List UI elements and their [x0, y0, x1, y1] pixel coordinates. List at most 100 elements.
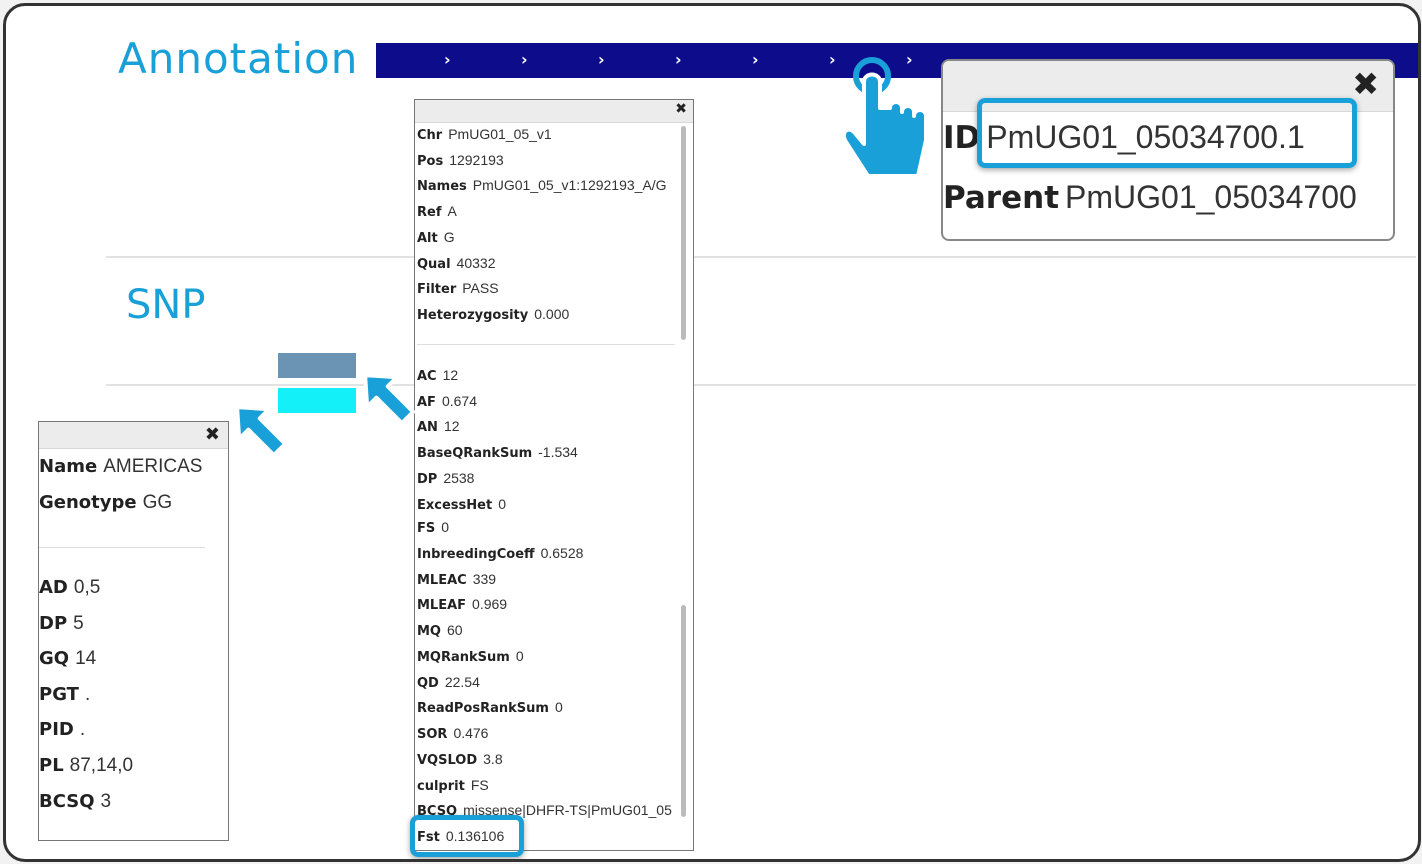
pointer-arrow-icon: [363, 373, 416, 426]
sample-header-row: Genotype GG: [39, 492, 172, 514]
field-value: 60: [447, 622, 463, 638]
chevron-right-icon: ›: [521, 50, 528, 69]
field-value: 0.6528: [540, 545, 584, 561]
field-value: 0.000: [534, 305, 570, 322]
field-value: 40332: [456, 254, 496, 271]
close-icon[interactable]: ✖: [675, 101, 687, 117]
sample-genotype-popup: ✖ Name AMERICAS Genotype GG AD 0,5 DP 5 GQ 14 PGT…: [38, 421, 229, 841]
field-key: Names: [417, 179, 467, 195]
field-value: 0,5: [73, 577, 101, 598]
variant-info-row: AF 0.674: [417, 393, 477, 410]
variant-info-row: MLEAF 0.969: [417, 596, 507, 613]
chevron-right-icon: ›: [752, 50, 759, 69]
field-value: 22.54: [444, 674, 480, 690]
field-value: 1292193: [449, 151, 504, 168]
field-key: DP: [417, 472, 438, 487]
field-value: 87,14,0: [69, 755, 134, 776]
field-key: PL: [39, 755, 64, 776]
field-key: Filter: [417, 282, 457, 298]
field-value: 2538: [443, 470, 475, 486]
field-value: 3: [100, 790, 112, 812]
field-value: 14: [75, 648, 97, 670]
field-value: AMERICAS: [103, 456, 203, 477]
field-key: ExcessHet: [417, 498, 493, 513]
pointer-arrow-icon: [235, 405, 288, 458]
close-icon[interactable]: ✖: [1352, 65, 1379, 103]
variant-core-row: Filter PASS: [417, 280, 499, 297]
field-value: FS: [470, 777, 489, 793]
field-key: VQSLOD: [417, 753, 478, 768]
field-key: Genotype: [39, 492, 137, 513]
browser-frame: Annotation › › › › › › › SNP ✖ Chr PmUG01…: [3, 3, 1421, 862]
snp-track-title: SNP: [126, 282, 206, 328]
field-value: 0.969: [472, 596, 508, 612]
variant-info-row: culprit FS: [417, 777, 489, 794]
section-divider: [417, 344, 675, 345]
field-value: -1.534: [538, 444, 578, 460]
feature-field-row: Parent PmUG01_05034700: [943, 179, 1357, 216]
field-key: ReadPosRankSum: [417, 701, 549, 716]
variant-info-row: ExcessHet 0: [417, 496, 506, 513]
field-value: 0: [515, 648, 524, 664]
field-key: culprit: [417, 779, 465, 794]
scrollbar-thumb[interactable]: [681, 605, 686, 817]
field-value: 12: [443, 418, 460, 434]
chevron-right-icon: ›: [444, 50, 451, 69]
variant-info-row: QD 22.54: [417, 674, 480, 691]
variant-core-row: Alt G: [417, 229, 455, 246]
variant-core-row: Names PmUG01_05_v1:1292193_A/G: [417, 177, 667, 194]
field-value: 0.674: [441, 393, 477, 409]
chevron-right-icon: ›: [675, 50, 682, 69]
field-key: Chr: [417, 128, 443, 143]
field-value: 0: [554, 699, 563, 715]
scrollbar-thumb[interactable]: [681, 126, 686, 340]
field-value: G: [443, 228, 455, 245]
field-key: InbreedingCoeff: [417, 547, 535, 562]
field-key: Ref: [417, 205, 442, 221]
variant-core-row: Qual 40332: [417, 255, 495, 272]
field-key: ID: [943, 120, 981, 156]
field-value: 5: [73, 612, 84, 634]
chevron-right-icon: ›: [829, 50, 836, 69]
field-value: 3.8: [483, 751, 503, 767]
variant-core-row: Ref A: [417, 203, 457, 220]
variant-info-row: FS 0: [417, 519, 449, 536]
field-key: MLEAC: [417, 573, 467, 588]
field-value: PmUG01_05034700: [1065, 179, 1357, 215]
track-divider: [106, 384, 1416, 386]
field-value: .: [79, 719, 86, 741]
sample-field-row: PID.: [39, 719, 85, 741]
sample-field-row: DP 5: [39, 613, 84, 635]
field-key: Alt: [417, 230, 438, 246]
field-key: Parent: [943, 180, 1060, 216]
variant-info-row: BaseQRankSum -1.534: [417, 444, 578, 461]
field-value: 12: [442, 367, 459, 383]
field-key: Name: [39, 456, 98, 477]
field-value: 0: [441, 519, 450, 535]
sample-field-row: PL 87,14,0: [39, 755, 133, 777]
field-value: PmUG01_05_v1:1292193_A/G: [472, 177, 667, 194]
field-key: BaseQRankSum: [417, 446, 533, 461]
field-key: FS: [417, 521, 436, 536]
close-icon[interactable]: ✖: [205, 424, 220, 445]
sample-field-row: PGT.: [39, 684, 90, 706]
sample-header-row: Name AMERICAS: [39, 456, 202, 478]
variant-core-row: Chr PmUG01_05_v1: [417, 126, 552, 143]
field-value: 339: [472, 571, 497, 587]
field-key: MLEAF: [417, 598, 467, 613]
variant-info-popup: ✖ Chr PmUG01_05_v1 Pos 1292193 Names PmUG01_0…: [414, 99, 694, 851]
variant-info-row: MLEAC 339: [417, 571, 496, 588]
variant-info-row: MQ 60: [417, 622, 463, 639]
fst-highlight: [410, 815, 524, 857]
field-key: QD: [417, 676, 439, 691]
variant-info-row: ReadPosRankSum 0: [417, 699, 563, 716]
feature-id-highlight: [977, 98, 1357, 168]
variant-info-row: MQRankSum 0: [417, 648, 524, 665]
field-key: PID: [39, 719, 74, 741]
variant-info-row: InbreedingCoeff 0.6528: [417, 545, 583, 562]
track-divider: [106, 256, 1416, 258]
field-value: GG: [142, 492, 173, 513]
snp-variant-block[interactable]: [278, 353, 356, 378]
field-value: A: [447, 203, 457, 220]
field-key: PGT: [39, 683, 79, 705]
